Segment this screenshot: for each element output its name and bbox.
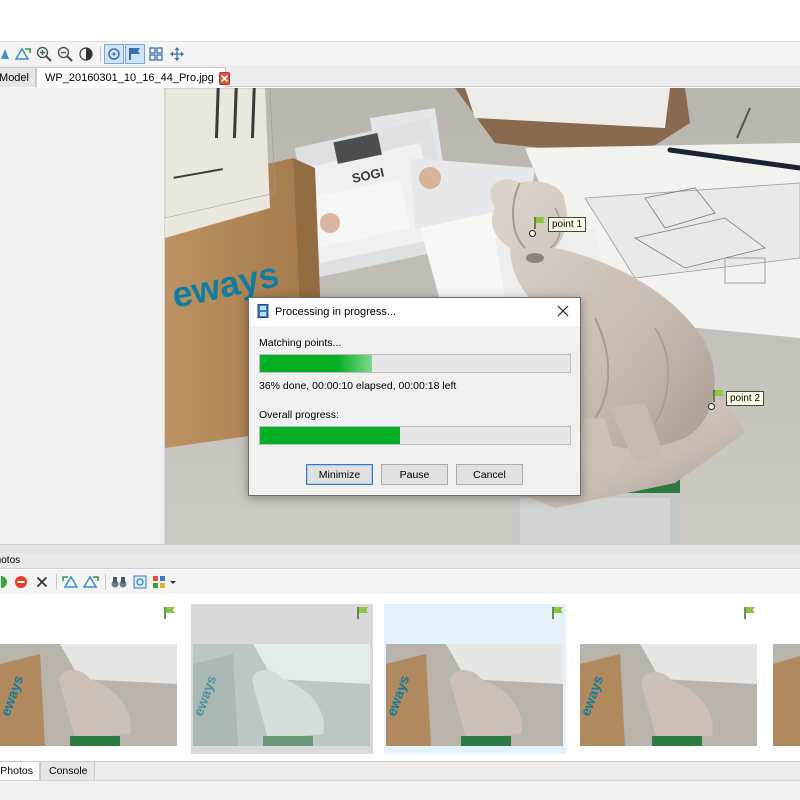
cancel-button[interactable]: Cancel: [456, 464, 523, 485]
flag-tool-icon[interactable]: [125, 43, 145, 64]
thumbnail-cell-disabled[interactable]: eways: [191, 604, 373, 754]
thumbnail-cell[interactable]: eways: [577, 604, 759, 754]
photos-toolbar: [0, 570, 800, 594]
toolbar-separator: [105, 574, 106, 590]
overall-progress-bar: [259, 426, 571, 445]
thumbnail-image: eways: [386, 644, 563, 746]
toolbar-separator: [100, 45, 101, 62]
binoculars-icon[interactable]: [109, 572, 129, 592]
document-tabbar: Model WP_20160301_10_16_44_Pro.jpg: [0, 65, 800, 88]
thumbnail-image: eways: [193, 644, 370, 746]
bottom-tabbar: Photos Console: [0, 761, 800, 781]
rotate-right-icon[interactable]: [81, 572, 101, 592]
thumbnail-cell-selected[interactable]: eways: [384, 604, 566, 754]
dialog-title: Processing in progress...: [275, 306, 397, 318]
move-icon[interactable]: [167, 44, 187, 64]
flag-icon: [356, 606, 370, 620]
left-panel: [0, 88, 165, 544]
remove-photo-icon[interactable]: [11, 572, 31, 592]
stage-progress-fill: [260, 355, 372, 372]
thumbnail-image: eways: [0, 644, 177, 746]
photo-thumbnail-strip[interactable]: eways eways eways eways: [0, 594, 800, 761]
flag-icon: [743, 606, 757, 620]
title-area: [0, 0, 800, 41]
marker-label: point 2: [726, 391, 765, 406]
contrast-icon[interactable]: [76, 44, 96, 64]
processing-dialog: Processing in progress... Matching point…: [248, 297, 581, 496]
zoom-out-icon[interactable]: [55, 44, 75, 64]
rotate-right-icon[interactable]: [13, 44, 33, 64]
flag-icon: [712, 389, 726, 406]
main-toolbar: [0, 41, 800, 65]
progress-status-text: 36% done, 00:00:10 elapsed, 00:00:18 lef…: [259, 380, 457, 392]
flag-icon: [533, 216, 547, 233]
status-bar: [0, 780, 800, 800]
flag-icon: [551, 606, 565, 620]
thumbnail-cell[interactable]: eways: [0, 604, 181, 754]
tab-photos[interactable]: Photos: [0, 762, 40, 781]
rotate-left-icon[interactable]: [0, 44, 12, 64]
close-icon[interactable]: [556, 304, 570, 318]
tab-label: WP_20160301_10_16_44_Pro.jpg: [45, 72, 214, 84]
tab-console[interactable]: Console: [40, 762, 95, 781]
thumbnail-image: [773, 644, 800, 746]
tab-label: Model: [0, 71, 29, 84]
fit-view-icon[interactable]: [104, 43, 124, 64]
add-photo-icon[interactable]: [0, 572, 10, 592]
dialog-titlebar[interactable]: Processing in progress...: [249, 298, 580, 326]
delete-icon[interactable]: [32, 572, 52, 592]
film-icon: [257, 303, 269, 321]
tab-model[interactable]: Model: [0, 67, 36, 87]
grid-tool-icon[interactable]: [146, 44, 166, 64]
toolbar-separator: [56, 574, 57, 590]
tab-label: Console: [49, 765, 88, 777]
tab-photo[interactable]: WP_20160301_10_16_44_Pro.jpg: [36, 67, 230, 88]
thumbnail-cell[interactable]: [770, 604, 800, 754]
overall-label: Overall progress:: [259, 409, 339, 421]
rotate-left-icon[interactable]: [60, 572, 80, 592]
thumbnail-image: eways: [580, 644, 757, 746]
flag-icon: [163, 606, 177, 620]
zoom-in-icon[interactable]: [34, 44, 54, 64]
tab-label: Photos: [0, 765, 33, 777]
pause-button[interactable]: Pause: [381, 464, 448, 485]
minimize-button[interactable]: Minimize: [306, 464, 373, 485]
marker-label: point 1: [548, 217, 587, 232]
fit-icon[interactable]: [130, 572, 150, 592]
stage-label: Matching points...: [259, 337, 342, 349]
photos-panel-title: Photos: [0, 555, 21, 566]
close-icon[interactable]: [218, 71, 230, 85]
view-mode-icon[interactable]: [151, 572, 179, 592]
panel-splitter[interactable]: [0, 544, 800, 554]
overall-progress-fill: [260, 427, 400, 444]
photos-panel-header: Photos: [0, 554, 800, 569]
stage-progress-bar: [259, 354, 571, 373]
